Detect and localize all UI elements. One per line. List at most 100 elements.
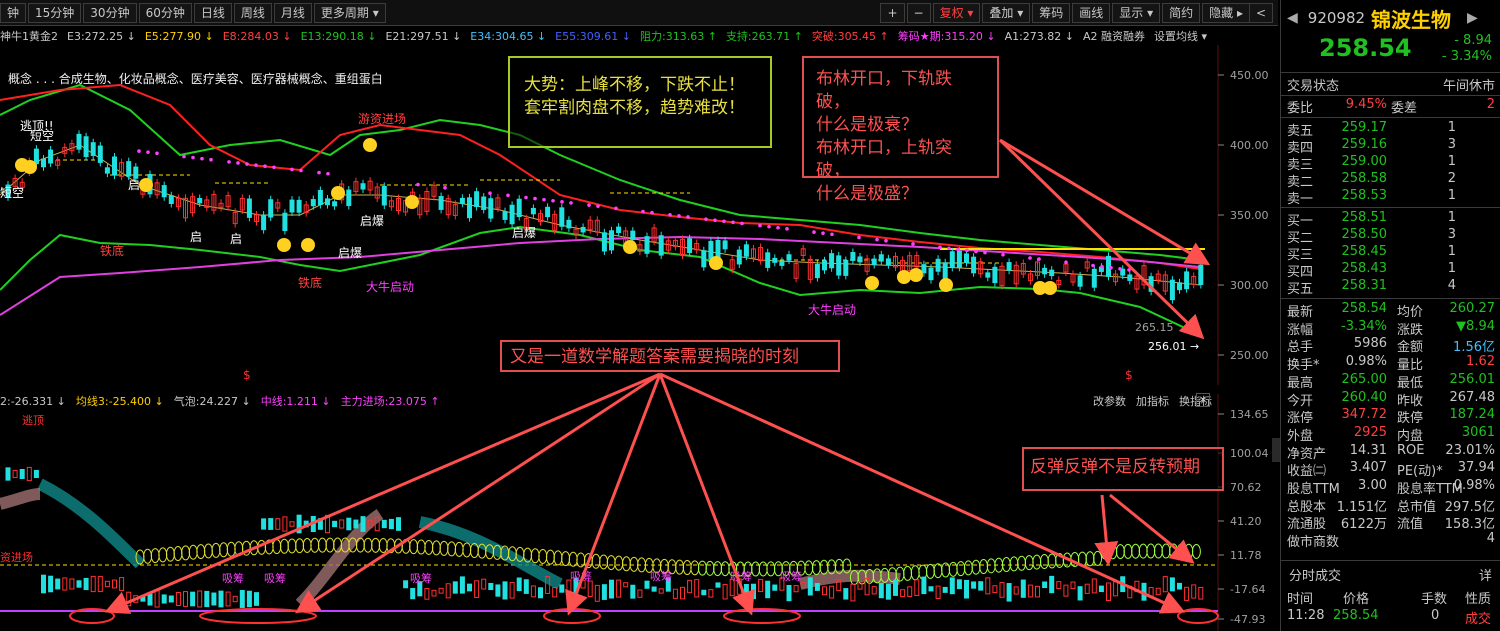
trade-status-row: 交易状态 午间休市	[1281, 75, 1500, 94]
period-tab[interactable]: 日线	[193, 2, 232, 23]
bubble-mark	[416, 539, 426, 555]
stat-value: 265.00	[1341, 371, 1388, 387]
toolbar-button[interactable]: 隐藏 ▸	[1202, 3, 1250, 23]
candle-body	[481, 196, 487, 210]
annotation-line: 套牢割肉盘不移，趋势难改！	[524, 97, 745, 118]
face-icon	[23, 160, 37, 174]
signal-dot	[668, 213, 672, 217]
bubble-mark	[1047, 553, 1057, 569]
bubble-mark	[811, 560, 821, 576]
candle-body	[1120, 268, 1126, 276]
bid-row: 买五 258.31 4	[1281, 278, 1500, 297]
candle-body	[1177, 282, 1182, 291]
close-icon[interactable]: ✕	[1196, 393, 1210, 407]
signal-label: 短空	[30, 129, 54, 143]
toolbar-button[interactable]: 显示 ▾	[1112, 3, 1161, 23]
signal-dot	[650, 210, 654, 215]
stat-row: 股息TTM 3.00 股息率TTM 0.98%	[1281, 478, 1500, 497]
sub-candle	[843, 588, 849, 600]
signal-dot	[542, 197, 546, 202]
bubble-mark	[409, 539, 419, 555]
sub-candle	[353, 519, 359, 529]
candle-body	[76, 133, 82, 150]
bubble-mark	[629, 556, 639, 572]
sub-candle	[431, 589, 437, 597]
annotation-trend: 大势：上峰不移，下跌不止！ 套牢割肉盘不移，趋势难改！	[508, 56, 772, 148]
panel-divider	[1281, 298, 1500, 299]
next-stock-icon[interactable]: ▶	[1467, 10, 1478, 26]
period-tab[interactable]: 月线	[273, 2, 312, 23]
sub-candle	[296, 514, 302, 534]
toolbar-button[interactable]: 复权 ▾	[932, 3, 981, 23]
signal-dot	[704, 217, 708, 221]
indicator-value[interactable]: 设置均线 ▾	[1154, 28, 1207, 44]
collapse-panel-button[interactable]: <	[1248, 3, 1273, 23]
period-tab[interactable]: 60分钟	[138, 2, 192, 23]
sub-candle	[907, 586, 913, 597]
indicator-value: E21:297.51 ↓	[385, 29, 462, 43]
sub-candle	[5, 467, 11, 481]
sub-candle	[211, 592, 217, 606]
tick-detail-button[interactable]: 详	[1479, 565, 1492, 584]
stat-value: 267.48	[1449, 389, 1496, 405]
candle-body	[687, 238, 693, 253]
bubble-mark	[302, 537, 312, 553]
period-tab[interactable]: 30分钟	[83, 2, 137, 23]
candle-body	[1169, 279, 1175, 301]
toolbar-button[interactable]: 叠加 ▾	[982, 3, 1031, 23]
sub-candle	[147, 592, 153, 606]
candle-body	[261, 214, 267, 231]
bubble-mark	[295, 538, 305, 554]
sub-candle	[282, 516, 288, 532]
bubble-mark	[963, 560, 973, 576]
ask-row: 卖三 259.00 1	[1281, 154, 1500, 173]
bubble-mark	[1176, 543, 1186, 559]
panel-toggle-handle[interactable]	[1272, 438, 1280, 462]
indicator-action-button[interactable]: 加指标	[1136, 395, 1169, 408]
ask-qty: 1	[1447, 188, 1456, 203]
toolbar-button[interactable]: +	[880, 3, 905, 23]
signal-dot	[1028, 256, 1032, 260]
toolbar-button[interactable]: 画线	[1072, 3, 1111, 23]
candle-body	[325, 198, 330, 206]
stat-row: 最高 265.00 最低 256.01	[1281, 371, 1500, 391]
bubble-mark	[1131, 543, 1141, 559]
period-tab[interactable]: 钟	[0, 2, 27, 23]
indicator-action-button[interactable]: 改参数	[1093, 395, 1126, 408]
sub-candle	[658, 588, 664, 594]
candle-body	[104, 167, 110, 174]
face-icon	[623, 240, 637, 254]
bubble-mark	[948, 561, 958, 577]
period-tab[interactable]: 更多周期 ▾	[313, 2, 386, 23]
sub-candle	[1035, 585, 1040, 598]
signal-dot	[587, 203, 591, 207]
ask-price: 259.16	[1341, 137, 1388, 152]
toolbar-button[interactable]: 简约	[1162, 3, 1201, 23]
sub-candle	[772, 584, 778, 591]
indicator-chart[interactable]: 134.65100.0470.6241.2011.78-17.64-47.93逃…	[0, 394, 1278, 631]
bubble-mark	[819, 559, 829, 575]
status-value: 午间休市	[1442, 79, 1495, 94]
toolbar-button[interactable]: −	[906, 3, 931, 23]
indicator-value: E8:284.03 ↓	[222, 29, 292, 43]
sub-candle	[538, 587, 543, 599]
candle-body	[332, 201, 338, 207]
signal-dot	[209, 157, 213, 162]
sub-candle	[949, 577, 955, 595]
toolbar-button[interactable]: 筹码	[1032, 3, 1071, 23]
ask-price: 258.58	[1341, 171, 1388, 186]
dividend-marker: $	[1125, 368, 1133, 382]
candle-body	[97, 145, 103, 163]
sub-candle	[694, 579, 700, 598]
candle-body	[197, 198, 203, 204]
period-tab[interactable]: 15分钟	[28, 2, 82, 23]
bubble-mark	[751, 561, 761, 577]
stat-value: 6122万	[1340, 517, 1387, 533]
signal-dot	[416, 182, 420, 187]
prev-stock-icon[interactable]: ◀	[1287, 10, 1298, 26]
sub-candle	[175, 592, 181, 606]
period-tab[interactable]: 周线	[233, 2, 272, 23]
sub-candle	[992, 585, 998, 594]
candle-body	[1049, 269, 1055, 277]
candle-body	[168, 195, 174, 205]
